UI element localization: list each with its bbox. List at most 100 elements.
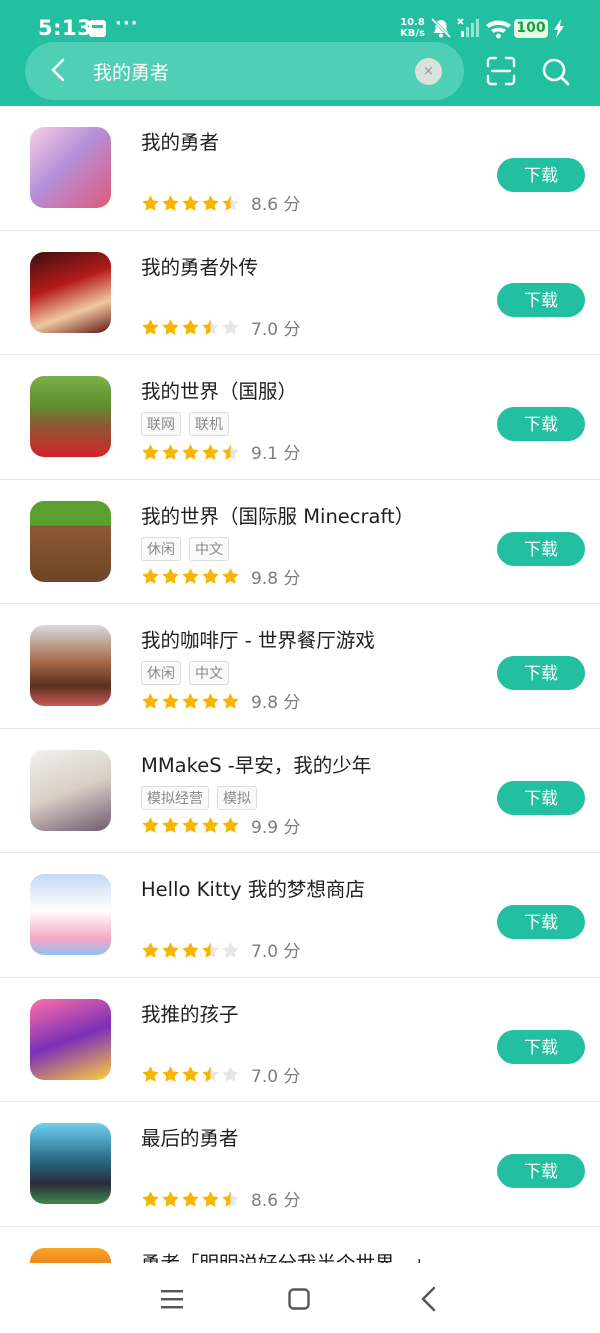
list-item[interactable]: Hello Kitty 我的梦想商店 7.0 分 下载 — [0, 853, 600, 978]
app-tag: 休闲 — [141, 536, 181, 561]
rating-row: 9.1 分 — [141, 439, 300, 464]
app-tag: 模拟经营 — [141, 785, 209, 810]
search-bar: × — [25, 42, 464, 100]
star-icon — [162, 692, 179, 709]
star-icon — [162, 1066, 179, 1082]
star-icon — [202, 1066, 219, 1082]
menu-icon[interactable] — [160, 1288, 184, 1310]
status-time: 5:13 — [38, 16, 93, 40]
app-score: 8.6 分 — [251, 1191, 301, 1211]
download-button[interactable]: 下载 — [497, 1154, 585, 1188]
app-icon[interactable] — [30, 749, 111, 831]
list-item[interactable]: 我的勇者外传 7.0 分 下载 — [0, 231, 600, 355]
app-icon[interactable] — [30, 1247, 111, 1263]
app-title[interactable]: 我的世界（国服） — [141, 375, 297, 404]
star-icon — [162, 443, 179, 460]
app-tag: 联网 — [141, 412, 181, 436]
star-icon — [182, 1066, 199, 1082]
download-button[interactable]: 下载 — [497, 407, 585, 441]
scan-icon[interactable] — [486, 56, 516, 86]
app-title[interactable]: 勇者「明明说好分我半个世界...」 — [141, 1247, 433, 1264]
star-icon — [182, 941, 199, 958]
app-icon[interactable] — [30, 500, 111, 582]
app-score: 8.6 分 — [251, 195, 301, 215]
app-title[interactable]: MMakeS -早安，我的少年 — [141, 749, 371, 778]
list-item[interactable]: 我的勇者 8.6 分 下载 — [0, 106, 600, 231]
star-icon — [142, 319, 159, 335]
app-title[interactable]: 我的世界（国际服 Minecraft） — [141, 500, 414, 529]
app-icon[interactable] — [30, 625, 111, 706]
app-icon[interactable] — [30, 998, 111, 1080]
app-title[interactable]: 最后的勇者 — [141, 1122, 239, 1151]
star-icon — [202, 941, 219, 958]
search-input[interactable] — [93, 56, 403, 86]
star-rating — [141, 317, 241, 337]
download-button[interactable]: 下载 — [497, 531, 585, 566]
back-icon[interactable] — [418, 1286, 440, 1312]
app-icon[interactable] — [30, 127, 111, 208]
star-icon — [202, 1190, 219, 1207]
app-title[interactable]: 我的咖啡厅 - 世界餐厅游戏 — [141, 624, 375, 653]
star-icon — [202, 319, 219, 335]
back-arrow-icon[interactable] — [45, 56, 73, 84]
download-button[interactable]: 下载 — [497, 780, 585, 815]
star-icon — [142, 1190, 159, 1207]
list-item[interactable]: MMakeS -早安，我的少年 模拟经营 模拟 9.9 分 下载 — [0, 729, 600, 853]
list-item[interactable]: 我的咖啡厅 - 世界餐厅游戏休闲 中文 9.8 分 下载 — [0, 604, 600, 729]
star-rating — [141, 1189, 241, 1209]
app-title[interactable]: Hello Kitty 我的梦想商店 — [141, 873, 365, 902]
app-title[interactable]: 我的勇者外传 — [141, 251, 258, 280]
rating-row: 7.0 分 — [141, 937, 300, 962]
download-button[interactable]: 下载 — [497, 905, 585, 939]
app-icon[interactable] — [30, 376, 111, 457]
star-icon — [162, 941, 179, 958]
app-title[interactable]: 我的勇者 — [141, 126, 219, 155]
app-score: 7.0 分 — [251, 942, 301, 962]
app-tag: 中文 — [189, 536, 229, 561]
star-icon — [222, 1066, 239, 1082]
app-score: 9.8 分 — [251, 568, 301, 589]
list-item[interactable]: 我的世界（国服） 联网 联机 9.1 分 下载 — [0, 355, 600, 480]
star-icon — [182, 817, 199, 833]
search-results-list: 我的勇者 8.6 分下载 我的勇者外传 7.0 分下载 我的世界（国服） 联网 联机 9.1 … — [0, 106, 600, 1263]
app-icon[interactable] — [30, 251, 111, 333]
star-rating — [141, 691, 241, 711]
notification-app-icon — [89, 20, 106, 37]
wifi-icon — [486, 20, 511, 39]
app-tags: 休闲 中文 — [141, 661, 237, 685]
star-icon — [182, 443, 199, 460]
rating-row: 9.8 分 — [141, 564, 300, 589]
download-button[interactable]: 下载 — [497, 158, 585, 192]
download-button[interactable]: 下载 — [497, 656, 585, 690]
star-icon — [162, 817, 179, 833]
download-button[interactable]: 下载 — [497, 1029, 585, 1064]
download-button[interactable]: 下载 — [497, 282, 585, 317]
star-icon — [202, 568, 219, 584]
app-title[interactable]: 我推的孩子 — [141, 998, 239, 1027]
star-icon — [142, 568, 159, 584]
app-icon[interactable] — [30, 1123, 111, 1204]
star-icon — [222, 941, 239, 958]
search-icon[interactable] — [541, 57, 571, 87]
list-item[interactable]: 我推的孩子 7.0 分 下载 — [0, 978, 600, 1102]
app-score: 9.8 分 — [251, 693, 301, 713]
app-tags: 休闲 中文 — [141, 536, 237, 561]
star-icon — [182, 692, 199, 709]
app-score: 9.9 分 — [251, 817, 301, 838]
star-rating — [141, 566, 241, 586]
star-icon — [162, 568, 179, 584]
rating-row: 8.6 分 — [141, 1186, 300, 1211]
navigation-bar — [0, 1263, 600, 1333]
star-rating — [141, 815, 241, 835]
list-item[interactable]: 我的世界（国际服 Minecraft） 休闲 中文 9.8 分 下载 — [0, 480, 600, 604]
battery-level: 100 — [514, 19, 548, 38]
home-icon[interactable] — [288, 1288, 310, 1310]
list-item[interactable]: 最后的勇者 8.6 分 下载 — [0, 1102, 600, 1227]
clear-icon[interactable]: × — [415, 58, 442, 85]
list-item[interactable]: 勇者「明明说好分我半个世界...」 — [0, 1227, 600, 1264]
rating-row: 7.0 分 — [141, 1062, 300, 1087]
rating-row: 9.9 分 — [141, 813, 300, 838]
star-icon — [202, 692, 219, 709]
app-icon[interactable] — [30, 874, 111, 955]
star-icon — [142, 443, 159, 460]
